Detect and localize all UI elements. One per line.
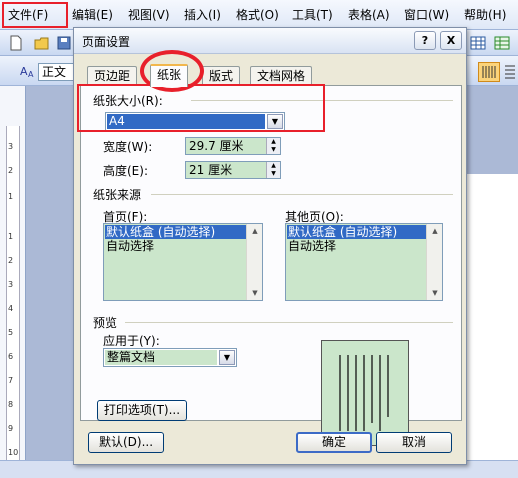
dialog-titlebar[interactable]: 页面设置 ? X (74, 28, 466, 54)
ruler-number: 6 (8, 352, 14, 361)
menu-file[interactable]: 文件(F) (6, 4, 50, 26)
scroll-up-icon[interactable]: ▲ (429, 225, 441, 237)
help-button[interactable]: ? (414, 31, 436, 50)
paper-size-value: A4 (107, 114, 265, 129)
open-folder-icon[interactable] (34, 35, 50, 51)
spin-up-icon[interactable]: ▲ (266, 138, 280, 146)
other-pages-listbox[interactable]: 默认纸盒 (自动选择) 自动选择 ▲ ▼ (285, 223, 443, 301)
ruler-number: 2 (8, 166, 14, 175)
section-divider (151, 194, 453, 195)
page-setup-dialog: 页面设置 ? X 页边距 纸张 版式 文档网格 纸张大小(R): A4 ▼ 宽度… (73, 27, 467, 465)
menu-table[interactable]: 表格(A) (346, 4, 392, 26)
apply-to-label: 应用于(Y): (103, 334, 160, 348)
ruler-number: 1 (8, 192, 14, 201)
menu-window[interactable]: 窗口(W) (402, 4, 451, 26)
paper-size-title: 纸张大小(R): (93, 94, 163, 108)
width-spinner[interactable]: 29.7 厘米 ▲ ▼ (185, 137, 281, 155)
excel-icon[interactable] (494, 35, 510, 51)
section-divider (191, 100, 453, 101)
tab-margins[interactable]: 页边距 (87, 66, 138, 86)
scroll-down-icon[interactable]: ▼ (429, 287, 441, 299)
svg-text:A: A (20, 65, 28, 78)
print-options-button[interactable]: 打印选项(T)... (97, 400, 187, 421)
page-preview (321, 340, 409, 446)
columns-icon[interactable] (478, 62, 500, 82)
default-button[interactable]: 默认(D)... (88, 432, 164, 453)
align-icon[interactable] (502, 62, 518, 82)
ruler-number: 3 (8, 142, 14, 151)
table-icon[interactable] (470, 35, 486, 51)
chevron-down-icon[interactable]: ▼ (267, 114, 283, 129)
ruler-number: 9 (8, 424, 14, 433)
preview-lines-icon (339, 355, 389, 431)
ruler-number: 4 (8, 304, 14, 313)
paper-size-combo[interactable]: A4 ▼ (105, 112, 285, 131)
list-item[interactable]: 自动选择 (105, 239, 154, 253)
chevron-down-icon[interactable]: ▼ (219, 350, 235, 365)
menu-bar: 文件(F) 编辑(E) 视图(V) 插入(I) 格式(O) 工具(T) 表格(A… (0, 0, 518, 30)
apply-to-combo[interactable]: 整篇文档 ▼ (103, 348, 237, 367)
ruler-number: 5 (8, 328, 14, 337)
list-item[interactable]: 自动选择 (287, 239, 336, 253)
preview-title: 预览 (93, 316, 118, 330)
dialog-tabs: 页边距 纸张 版式 文档网格 (84, 64, 464, 87)
scroll-down-icon[interactable]: ▼ (249, 287, 261, 299)
height-spinner[interactable]: 21 厘米 ▲ ▼ (185, 161, 281, 179)
ruler-number: 7 (8, 376, 14, 385)
ruler-number: 10 (8, 448, 19, 457)
spin-down-icon[interactable]: ▼ (266, 146, 280, 154)
list-item[interactable]: 默认纸盒 (自动选择) (105, 225, 246, 239)
cancel-button[interactable]: 取消 (376, 432, 452, 453)
tab-layout[interactable]: 版式 (202, 66, 241, 86)
style-combo[interactable]: 正文 (38, 63, 74, 81)
svg-text:A: A (28, 70, 34, 79)
paper-tab-panel: 纸张大小(R): A4 ▼ 宽度(W): 29.7 厘米 ▲ ▼ 高度(E): … (80, 85, 462, 446)
first-page-listbox[interactable]: 默认纸盒 (自动选择) 自动选择 ▲ ▼ (103, 223, 263, 301)
save-icon[interactable] (56, 35, 72, 51)
section-divider (125, 322, 453, 323)
spin-down-icon[interactable]: ▼ (266, 170, 280, 178)
tab-document-grid[interactable]: 文档网格 (250, 66, 313, 86)
ruler-number: 8 (8, 400, 14, 409)
list-item[interactable]: 默认纸盒 (自动选择) (287, 225, 426, 239)
ruler-number: 3 (8, 280, 14, 289)
menu-view[interactable]: 视图(V) (126, 4, 172, 26)
styles-icon[interactable]: A A (20, 63, 36, 79)
scroll-up-icon[interactable]: ▲ (249, 225, 261, 237)
tab-paper[interactable]: 纸张 (150, 64, 189, 87)
ruler-number: 1 (8, 232, 14, 241)
ok-button[interactable]: 确定 (296, 432, 372, 453)
scrollbar[interactable]: ▲ ▼ (426, 224, 442, 300)
width-label: 宽度(W): (103, 140, 153, 154)
height-value: 21 厘米 (189, 163, 233, 177)
ruler-number: 2 (8, 256, 14, 265)
paper-source-title: 纸张来源 (93, 188, 142, 202)
menu-insert[interactable]: 插入(I) (182, 4, 223, 26)
scrollbar[interactable]: ▲ ▼ (246, 224, 262, 300)
menu-help[interactable]: 帮助(H) (462, 4, 508, 26)
menu-format[interactable]: 格式(O) (234, 4, 281, 26)
vertical-ruler: 3 2 1 1 2 3 4 5 6 7 8 9 10 (0, 86, 26, 478)
dialog-title: 页面设置 (82, 35, 131, 49)
width-value: 29.7 厘米 (189, 139, 244, 153)
apply-to-value: 整篇文档 (105, 350, 217, 365)
menu-edit[interactable]: 编辑(E) (70, 4, 115, 26)
spin-up-icon[interactable]: ▲ (266, 162, 280, 170)
height-label: 高度(E): (103, 164, 148, 178)
close-button[interactable]: X (440, 31, 462, 50)
menu-tools[interactable]: 工具(T) (290, 4, 335, 26)
new-document-icon[interactable] (8, 35, 24, 51)
